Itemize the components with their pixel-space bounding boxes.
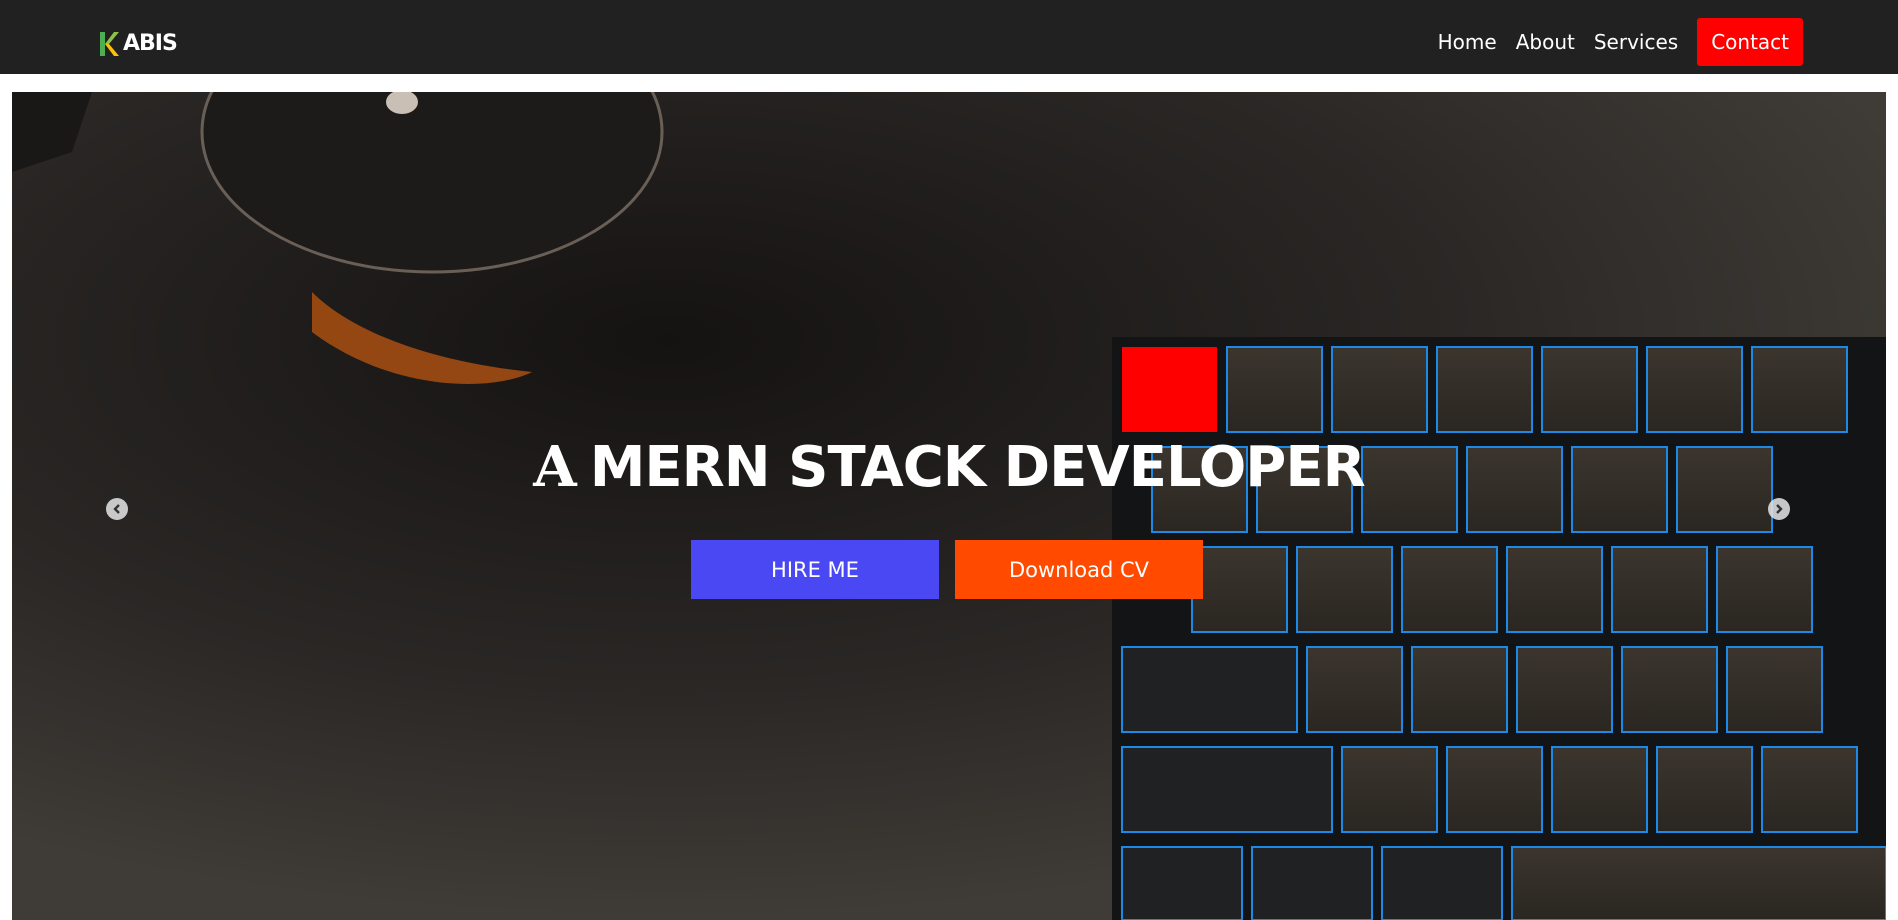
contact-button[interactable]: Contact <box>1697 18 1803 66</box>
chevron-left-icon <box>113 504 120 514</box>
nav-services[interactable]: Services <box>1594 30 1678 54</box>
hero-title: A MERN STACK DEVELOPER <box>12 432 1886 503</box>
logo-k-icon <box>100 32 119 56</box>
top-navbar: ABIS Home About Services Contact <box>0 0 1898 74</box>
hero-background-image <box>12 92 1886 920</box>
hire-me-button[interactable]: HIRE ME <box>691 540 939 599</box>
nav-about[interactable]: About <box>1516 30 1575 54</box>
hero-title-lead: A <box>533 434 576 500</box>
chevron-right-icon <box>1776 504 1783 514</box>
brand-name: ABIS <box>123 31 178 56</box>
hero-title-text: MERN STACK DEVELOPER <box>589 435 1366 500</box>
download-cv-button[interactable]: Download CV <box>955 540 1203 599</box>
hero-carousel: A MERN STACK DEVELOPER HIRE ME Download C… <box>12 92 1886 920</box>
nav-home[interactable]: Home <box>1438 30 1497 54</box>
main-nav: Home About Services Contact <box>1419 18 1803 66</box>
brand-logo[interactable]: ABIS <box>98 30 178 58</box>
